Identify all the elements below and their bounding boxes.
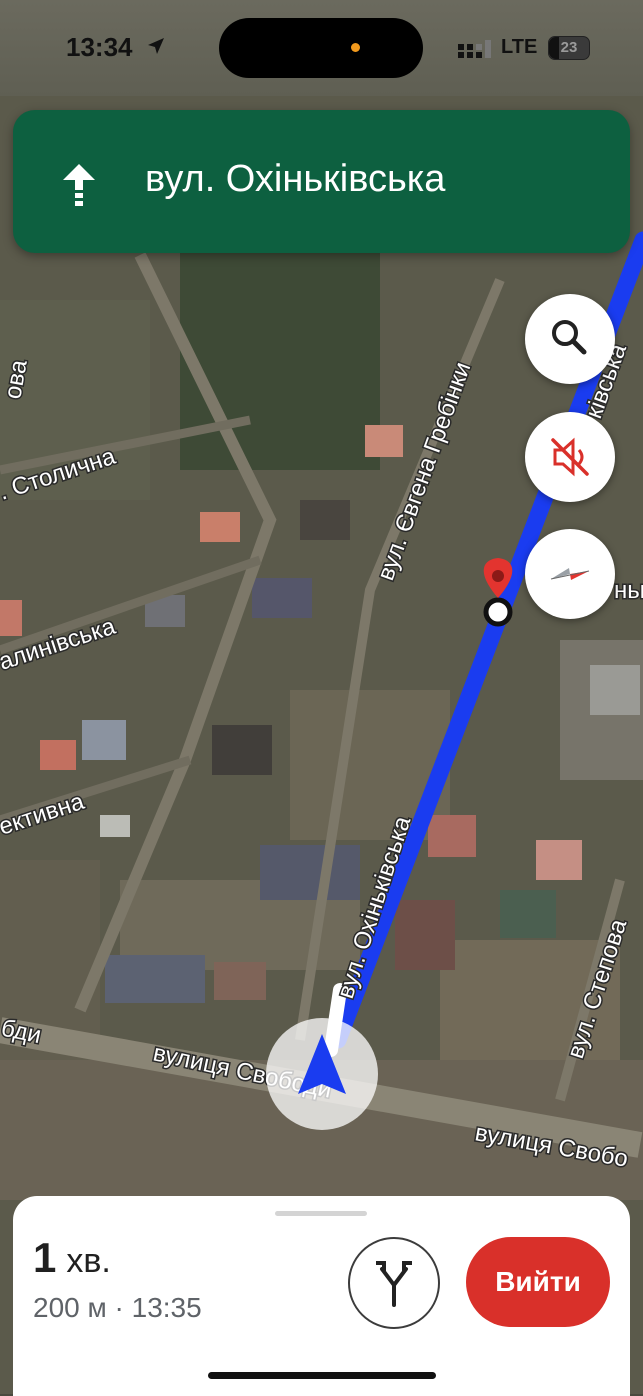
status-bar: 13:34 LTE 23	[0, 0, 643, 96]
current-location-arrow	[266, 1018, 378, 1130]
compass-button[interactable]	[525, 529, 615, 619]
signal-icon	[458, 40, 492, 63]
eta: 1 хв.	[33, 1234, 111, 1282]
search-icon	[552, 320, 587, 355]
eta-minutes: 1	[33, 1234, 57, 1281]
location-arrow-icon	[146, 36, 166, 61]
network-type: LTE	[501, 36, 538, 58]
eta-unit: хв.	[66, 1242, 111, 1280]
forest-area	[180, 250, 380, 470]
next-street-name: вул. Охіньківська	[145, 158, 446, 200]
street-label-okhinkivska-3: ньк	[614, 577, 643, 604]
sound-off-icon	[551, 437, 589, 477]
alternate-routes-icon	[376, 1261, 412, 1307]
recording-indicator-icon	[351, 43, 360, 52]
mute-button[interactable]	[525, 412, 615, 502]
trip-details: 200 м · 13:35	[33, 1292, 202, 1323]
dynamic-island	[219, 18, 423, 78]
navigation-banner[interactable]: вул. Охіньківська	[13, 110, 630, 253]
alternate-routes-button[interactable]	[348, 1237, 440, 1329]
battery-icon: 23	[548, 36, 590, 60]
search-button[interactable]	[525, 294, 615, 384]
trip-sheet[interactable]: 1 хв. 200 м · 13:35 Вийти	[13, 1196, 630, 1396]
exit-navigation-button[interactable]: Вийти	[466, 1237, 610, 1327]
home-indicator[interactable]	[208, 1372, 436, 1379]
arrow-up-icon	[61, 162, 97, 215]
sheet-drag-handle[interactable]	[275, 1211, 367, 1216]
battery-level: 23	[560, 39, 578, 56]
clock: 13:34	[66, 32, 133, 62]
compass-icon	[550, 568, 590, 580]
